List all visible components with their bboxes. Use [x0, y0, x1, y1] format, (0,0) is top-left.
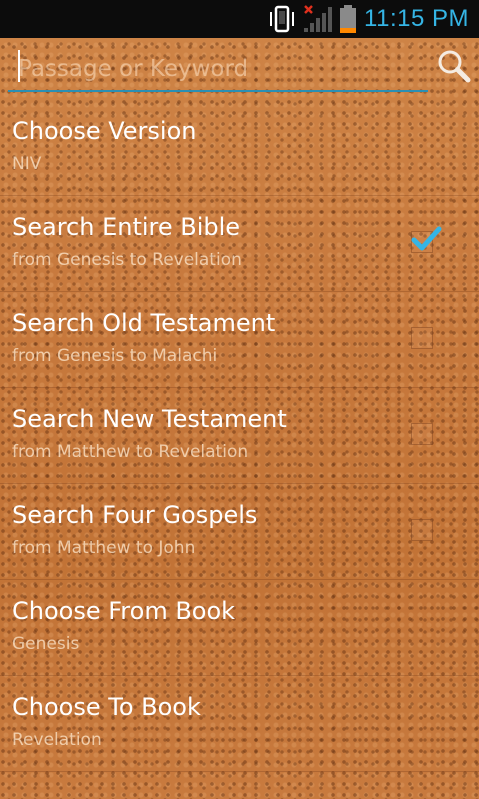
item-title: Search Four Gospels — [12, 501, 258, 529]
item-subtitle: from Genesis to Revelation — [12, 250, 242, 270]
item-title: Choose Version — [12, 117, 197, 145]
checkbox-new-testament[interactable] — [411, 423, 433, 445]
item-subtitle: Genesis — [12, 634, 80, 654]
list-item-search-entire-bible[interactable]: Search Entire Bible from Genesis to Reve… — [0, 196, 479, 292]
phone-vibrate-icon — [270, 5, 294, 33]
text-cursor — [18, 50, 20, 82]
list-item-search-old-testament[interactable]: Search Old Testament from Genesis to Mal… — [0, 292, 479, 388]
list-item-search-four-gospels[interactable]: Search Four Gospels from Matthew to John — [0, 484, 479, 580]
battery-icon — [340, 5, 356, 33]
item-title: Search Old Testament — [12, 309, 276, 337]
search-icon[interactable] — [436, 48, 472, 84]
list-item-choose-from-book[interactable]: Choose From Book Genesis — [0, 580, 479, 676]
search-input[interactable] — [8, 48, 428, 92]
checkbox-four-gospels[interactable] — [411, 519, 433, 541]
list-item-search-new-testament[interactable]: Search New Testament from Matthew to Rev… — [0, 388, 479, 484]
list-item-choose-to-book[interactable]: Choose To Book Revelation — [0, 676, 479, 772]
clock: 11:15 PM — [364, 5, 469, 32]
item-subtitle: Revelation — [12, 730, 102, 750]
item-subtitle: from Matthew to John — [12, 538, 196, 558]
checkmark-icon — [411, 226, 442, 251]
item-title: Search Entire Bible — [12, 213, 241, 241]
no-signal-icon — [304, 5, 332, 32]
item-title: Search New Testament — [12, 405, 287, 433]
item-title: Choose To Book — [12, 693, 201, 721]
item-subtitle: from Genesis to Malachi — [12, 346, 218, 366]
item-subtitle: from Matthew to Revelation — [12, 442, 249, 462]
status-bar: 11:15 PM — [0, 0, 479, 38]
list-item-choose-version[interactable]: Choose Version NIV — [0, 100, 479, 196]
checkbox-old-testament[interactable] — [411, 327, 433, 349]
item-title: Choose From Book — [12, 597, 236, 625]
search-options-list: Choose Version NIV Search Entire Bible f… — [0, 100, 479, 772]
item-subtitle: NIV — [12, 154, 42, 174]
search-bar — [0, 38, 479, 98]
checkbox-entire-bible[interactable] — [411, 226, 442, 253]
